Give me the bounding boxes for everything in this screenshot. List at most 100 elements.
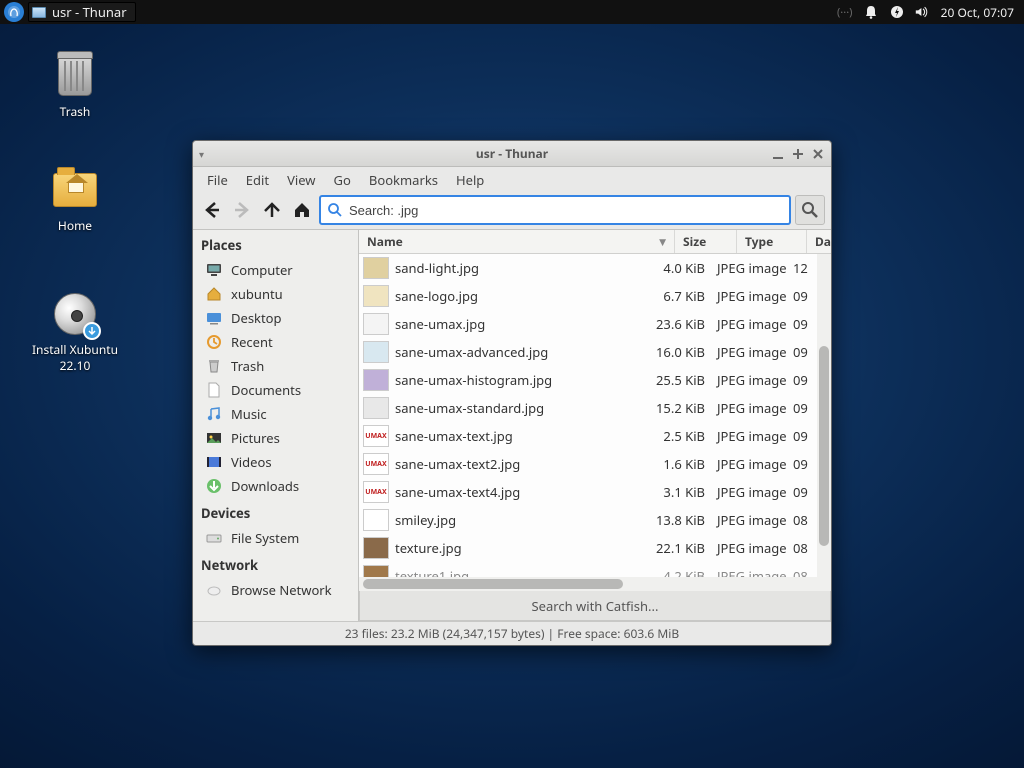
file-date: 09 bbox=[791, 427, 815, 445]
search-input[interactable] bbox=[349, 203, 783, 218]
sidebar-item-desktop[interactable]: Desktop bbox=[193, 306, 358, 330]
file-thumbnail: UMAX bbox=[363, 425, 389, 447]
file-row[interactable]: sane-umax.jpg23.6 KiBJPEG image09 bbox=[359, 310, 815, 338]
scrollbar-thumb[interactable] bbox=[363, 579, 623, 589]
file-row[interactable]: sane-umax-histogram.jpg25.5 KiBJPEG imag… bbox=[359, 366, 815, 394]
desktop-icon-install[interactable]: Install Xubuntu 22.10 bbox=[30, 290, 120, 373]
nav-back-button[interactable] bbox=[199, 197, 225, 223]
column-header-name[interactable]: Name▼ bbox=[359, 230, 675, 253]
column-header-size[interactable]: Size bbox=[675, 230, 737, 253]
column-header-date[interactable]: Da bbox=[807, 230, 831, 253]
home-icon bbox=[205, 286, 223, 302]
file-size: 25.5 KiB bbox=[651, 371, 713, 389]
sidebar-item-downloads[interactable]: Downloads bbox=[193, 474, 358, 498]
file-type: JPEG image bbox=[713, 567, 791, 577]
search-icon bbox=[327, 202, 343, 218]
file-date: 12 bbox=[791, 259, 815, 277]
taskbar-app-thunar[interactable]: usr - Thunar bbox=[28, 2, 136, 22]
sidebar-item-browse-network[interactable]: Browse Network bbox=[193, 578, 358, 602]
minimize-button[interactable] bbox=[771, 147, 785, 161]
menu-edit[interactable]: Edit bbox=[238, 168, 277, 192]
file-list-pane: Name▼ Size Type Da sand-light.jpg4.0 KiB… bbox=[359, 230, 831, 621]
file-row[interactable]: UMAXsane-umax-text2.jpg1.6 KiBJPEG image… bbox=[359, 450, 815, 478]
nav-home-button[interactable] bbox=[289, 197, 315, 223]
nav-forward-button[interactable] bbox=[229, 197, 255, 223]
file-row[interactable]: texture1.jpg4.2 KiBJPEG image08 bbox=[359, 562, 815, 577]
desktop-icon-trash[interactable]: Trash bbox=[30, 52, 120, 120]
sidebar-item-filesystem[interactable]: File System bbox=[193, 526, 358, 550]
titlebar[interactable]: ▾ usr - Thunar bbox=[193, 141, 831, 167]
maximize-button[interactable] bbox=[791, 147, 805, 161]
file-date: 08 bbox=[791, 539, 815, 557]
file-row[interactable]: texture.jpg22.1 KiBJPEG image08 bbox=[359, 534, 815, 562]
file-size: 4.2 KiB bbox=[651, 567, 713, 577]
file-size: 3.1 KiB bbox=[651, 483, 713, 501]
clock[interactable]: 20 Oct, 07:07 bbox=[941, 4, 1020, 21]
file-thumbnail bbox=[363, 565, 389, 577]
file-name: sane-umax-text.jpg bbox=[393, 427, 651, 445]
start-menu-button[interactable] bbox=[4, 2, 24, 22]
videos-icon bbox=[205, 454, 223, 470]
search-with-catfish-button[interactable]: Search with Catfish... bbox=[359, 591, 831, 621]
sidebar: Places Computer xubuntu Desktop Recent T… bbox=[193, 230, 359, 621]
file-row[interactable]: sane-umax-advanced.jpg16.0 KiBJPEG image… bbox=[359, 338, 815, 366]
menu-go[interactable]: Go bbox=[326, 168, 359, 192]
vertical-scrollbar[interactable] bbox=[817, 254, 831, 577]
sidebar-item-music[interactable]: Music bbox=[193, 402, 358, 426]
location-search-bar[interactable] bbox=[319, 195, 791, 225]
column-header-type[interactable]: Type bbox=[737, 230, 807, 253]
sidebar-label: Videos bbox=[231, 453, 272, 471]
file-type: JPEG image bbox=[713, 287, 791, 305]
sidebar-label: Trash bbox=[231, 357, 264, 375]
catfish-label: Search with Catfish... bbox=[532, 597, 659, 615]
desktop-icon-home[interactable]: Home bbox=[30, 166, 120, 234]
sidebar-item-videos[interactable]: Videos bbox=[193, 450, 358, 474]
file-size: 13.8 KiB bbox=[651, 511, 713, 529]
menubar: File Edit View Go Bookmarks Help bbox=[193, 167, 831, 193]
svg-text:(···): (···) bbox=[837, 5, 852, 20]
trash-icon bbox=[58, 56, 92, 96]
file-row[interactable]: smiley.jpg13.8 KiBJPEG image08 bbox=[359, 506, 815, 534]
music-icon bbox=[205, 406, 223, 422]
volume-icon[interactable] bbox=[915, 4, 931, 20]
file-row[interactable]: UMAXsane-umax-text4.jpg3.1 KiBJPEG image… bbox=[359, 478, 815, 506]
sidebar-label: Documents bbox=[231, 381, 301, 399]
desktop-label-install-1: Install Xubuntu bbox=[30, 342, 120, 358]
scrollbar-thumb[interactable] bbox=[819, 346, 829, 546]
menu-view[interactable]: View bbox=[279, 168, 323, 192]
sidebar-item-documents[interactable]: Documents bbox=[193, 378, 358, 402]
power-icon[interactable] bbox=[889, 4, 905, 20]
close-button[interactable] bbox=[811, 147, 825, 161]
file-size: 23.6 KiB bbox=[651, 315, 713, 333]
folder-icon bbox=[32, 7, 46, 18]
file-date: 09 bbox=[791, 455, 815, 473]
sidebar-label: Downloads bbox=[231, 477, 299, 495]
menu-help[interactable]: Help bbox=[448, 168, 492, 192]
file-size: 2.5 KiB bbox=[651, 427, 713, 445]
file-name: sane-umax.jpg bbox=[393, 315, 651, 333]
file-size: 16.0 KiB bbox=[651, 343, 713, 361]
file-name: sane-umax-text2.jpg bbox=[393, 455, 651, 473]
file-row[interactable]: sane-umax-standard.jpg15.2 KiBJPEG image… bbox=[359, 394, 815, 422]
file-row[interactable]: sane-logo.jpg6.7 KiBJPEG image09 bbox=[359, 282, 815, 310]
sidebar-item-computer[interactable]: Computer bbox=[193, 258, 358, 282]
file-row[interactable]: UMAXsane-umax-text.jpg2.5 KiBJPEG image0… bbox=[359, 422, 815, 450]
file-thumbnail: UMAX bbox=[363, 481, 389, 503]
sidebar-item-trash[interactable]: Trash bbox=[193, 354, 358, 378]
sidebar-item-pictures[interactable]: Pictures bbox=[193, 426, 358, 450]
file-type: JPEG image bbox=[713, 427, 791, 445]
nav-up-button[interactable] bbox=[259, 197, 285, 223]
search-button[interactable] bbox=[795, 195, 825, 225]
notifications-icon[interactable] bbox=[863, 4, 879, 20]
trash-icon bbox=[205, 358, 223, 374]
desktop-label-trash: Trash bbox=[30, 104, 120, 120]
file-row[interactable]: sand-light.jpg4.0 KiBJPEG image12 bbox=[359, 254, 815, 282]
computer-icon bbox=[205, 262, 223, 278]
window-menu-icon[interactable]: ▾ bbox=[199, 147, 204, 161]
menu-file[interactable]: File bbox=[199, 168, 236, 192]
sidebar-item-xubuntu[interactable]: xubuntu bbox=[193, 282, 358, 306]
menu-bookmarks[interactable]: Bookmarks bbox=[361, 168, 446, 192]
horizontal-scrollbar[interactable] bbox=[359, 577, 831, 591]
sidebar-item-recent[interactable]: Recent bbox=[193, 330, 358, 354]
network-icon[interactable]: (···) bbox=[837, 4, 853, 20]
